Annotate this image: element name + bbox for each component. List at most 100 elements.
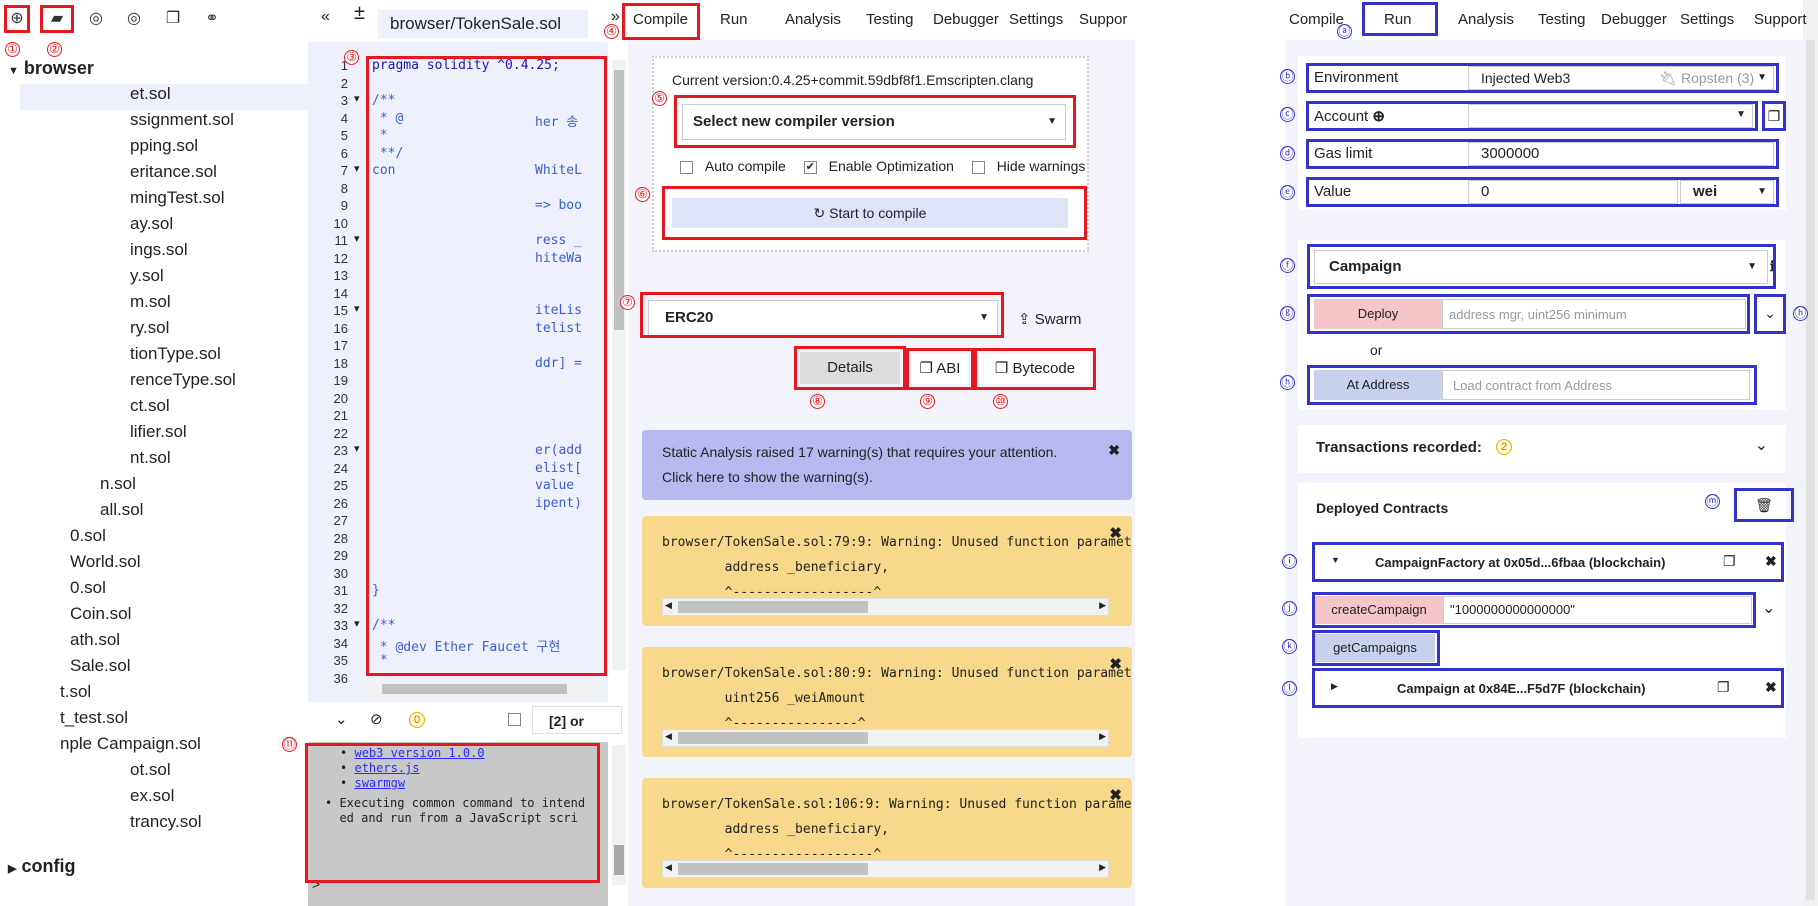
fold-icon[interactable]: ▾ xyxy=(354,442,360,455)
file-item[interactable]: ath.sol xyxy=(70,630,120,650)
warning-hscroll[interactable]: ◀ ▶ xyxy=(662,860,1109,878)
copy-icon[interactable]: ❐ xyxy=(1717,679,1730,696)
file-item[interactable]: ex.sol xyxy=(130,786,174,806)
file-item[interactable]: nple Campaign.sol xyxy=(60,734,201,754)
file-item[interactable]: 0.sol xyxy=(70,578,106,598)
compiler-warning[interactable]: browser/TokenSale.sol:80:9: Warning: Unu… xyxy=(642,647,1132,757)
file-item[interactable]: trancy.sol xyxy=(130,812,202,832)
scroll-left-icon[interactable]: « xyxy=(321,8,330,26)
deployed-contract-factory[interactable]: ▼ CampaignFactory at 0x05d...6fbaa (bloc… xyxy=(1312,542,1784,582)
file-item[interactable]: World.sol xyxy=(70,552,141,572)
copy-account-button[interactable]: ❐ xyxy=(1762,101,1786,131)
listen-checkbox[interactable] xyxy=(508,713,521,726)
copy-icon[interactable]: ❐ xyxy=(1723,553,1736,570)
file-item[interactable]: ct.sol xyxy=(130,396,170,416)
tab-testing[interactable]: Testing xyxy=(1538,11,1586,28)
gas-limit-input[interactable]: 3000000 xyxy=(1468,142,1774,166)
tab-suppor[interactable]: Suppor xyxy=(1079,11,1127,28)
warning-hscroll[interactable]: ◀ ▶ xyxy=(662,729,1109,747)
copy-icon[interactable]: ❐ xyxy=(160,6,186,32)
add-account-icon[interactable]: ⊕ xyxy=(1372,108,1385,125)
fold-icon[interactable]: ▾ xyxy=(354,92,360,105)
file-item[interactable]: tionType.sol xyxy=(130,344,221,364)
close-icon[interactable]: ✖ xyxy=(1109,524,1122,542)
line-number: 5 xyxy=(340,128,348,143)
environment-select[interactable]: Injected Web3 🔌︎ Ropsten (3) ▼ xyxy=(1468,66,1774,90)
clear-console-icon[interactable]: ⊘ xyxy=(370,710,383,728)
tab-debugger[interactable]: Debugger xyxy=(933,11,999,28)
file-item[interactable]: y.sol xyxy=(130,266,164,286)
static-analysis-alert[interactable]: Static Analysis raised 17 warning(s) tha… xyxy=(642,430,1132,500)
file-item[interactable]: renceType.sol xyxy=(130,370,236,390)
tab-support[interactable]: Support xyxy=(1754,11,1807,28)
close-icon[interactable]: ✖ xyxy=(1109,786,1122,804)
file-item[interactable]: ssignment.sol xyxy=(130,110,234,130)
warning-hscroll[interactable]: ◀ ▶ xyxy=(662,598,1109,616)
terminal-vscroll[interactable] xyxy=(612,745,626,885)
folder-config[interactable]: ▶ config xyxy=(8,856,75,877)
hide-warnings-checkbox[interactable] xyxy=(971,160,985,174)
file-item[interactable]: ot.sol xyxy=(130,760,171,780)
file-item[interactable]: ings.sol xyxy=(130,240,188,260)
zoom-in-icon[interactable]: ± xyxy=(354,2,365,25)
file-item[interactable]: mingTest.sol xyxy=(130,188,224,208)
file-item[interactable]: 0.sol xyxy=(70,526,106,546)
github-icon[interactable]: ◎ xyxy=(121,6,147,32)
tab-analysis[interactable]: Analysis xyxy=(1458,11,1514,28)
transactions-box[interactable]: Transactions recorded: 2 ⌄ xyxy=(1298,425,1786,473)
file-item[interactable]: n.sol xyxy=(100,474,136,494)
fold-icon[interactable]: ▾ xyxy=(354,617,360,630)
close-icon[interactable]: ✖ xyxy=(1108,438,1120,463)
tab-compile[interactable]: Compile xyxy=(1289,11,1344,28)
tab-run[interactable]: Run xyxy=(720,11,748,28)
file-item[interactable]: Coin.sol xyxy=(70,604,131,624)
file-item[interactable]: pping.sol xyxy=(130,136,198,156)
file-item[interactable]: all.sol xyxy=(100,500,143,520)
folder-open-icon[interactable]: ▰ xyxy=(44,6,70,32)
github-icon[interactable]: ◎ xyxy=(83,6,109,32)
editor-tab[interactable]: browser/TokenSale.sol xyxy=(378,10,588,38)
file-item[interactable]: nt.sol xyxy=(130,448,171,468)
file-item[interactable]: Sale.sol xyxy=(70,656,130,676)
terminal-filter[interactable]: [2] or xyxy=(532,706,622,734)
fold-icon[interactable]: ▾ xyxy=(354,162,360,175)
value-input[interactable]: 0 xyxy=(1468,180,1678,204)
file-item[interactable]: eritance.sol xyxy=(130,162,217,182)
link-icon[interactable]: ⚭ xyxy=(199,6,225,32)
tab-debugger[interactable]: Debugger xyxy=(1601,11,1667,28)
editor-hscroll[interactable] xyxy=(362,682,602,696)
auto-compile-checkbox[interactable] xyxy=(680,160,693,174)
compiler-warning[interactable]: browser/TokenSale.sol:106:9: Warning: Un… xyxy=(642,778,1132,888)
file-item[interactable]: ry.sol xyxy=(130,318,169,338)
fold-icon[interactable]: ▾ xyxy=(354,232,360,245)
deployed-contract-campaign[interactable]: ▶ Campaign at 0x84E...F5d7F (blockchain)… xyxy=(1312,668,1784,708)
file-item[interactable]: t_test.sol xyxy=(60,708,128,728)
warning-detail: uint256 _weiAmount xyxy=(662,691,866,706)
account-select[interactable]: ▼ xyxy=(1468,104,1753,128)
file-item[interactable]: ay.sol xyxy=(130,214,173,234)
value-unit-select[interactable]: wei ▼ xyxy=(1680,180,1774,204)
close-icon[interactable]: ✖ xyxy=(1765,679,1777,696)
file-item[interactable]: lifier.sol xyxy=(130,422,187,442)
tab-settings[interactable]: Settings xyxy=(1680,11,1734,28)
plus-circle-icon[interactable]: ⊕ xyxy=(4,6,30,32)
close-icon[interactable]: ✖ xyxy=(1109,655,1122,673)
fold-icon[interactable]: ▾ xyxy=(354,302,360,315)
run-panel-scrollbar[interactable] xyxy=(1803,0,1818,906)
folder-browser[interactable]: ▼ browser xyxy=(8,58,94,79)
clear-instances-button[interactable]: 🗑︎ xyxy=(1734,488,1794,522)
tab-analysis[interactable]: Analysis xyxy=(785,11,841,28)
editor-vscroll[interactable] xyxy=(612,60,626,670)
close-icon[interactable]: ✖ xyxy=(1765,553,1777,570)
optimization-checkbox[interactable]: ✔ xyxy=(803,160,817,174)
swarm-button[interactable]: ⇪ Swarm xyxy=(1018,310,1081,328)
file-item[interactable]: t.sol xyxy=(60,682,91,702)
compiler-warning[interactable]: browser/TokenSale.sol:79:9: Warning: Unu… xyxy=(642,516,1132,626)
collapse-terminal-icon[interactable]: ⌄ xyxy=(335,710,348,728)
chevron-down-icon[interactable]: ⌄ xyxy=(1762,598,1775,618)
tab-settings[interactable]: Settings xyxy=(1009,11,1063,28)
file-item[interactable]: et.sol xyxy=(130,84,171,104)
file-item[interactable]: m.sol xyxy=(130,292,171,312)
tab-testing[interactable]: Testing xyxy=(866,11,914,28)
expand-deploy-button[interactable]: ⌄ xyxy=(1754,294,1786,334)
